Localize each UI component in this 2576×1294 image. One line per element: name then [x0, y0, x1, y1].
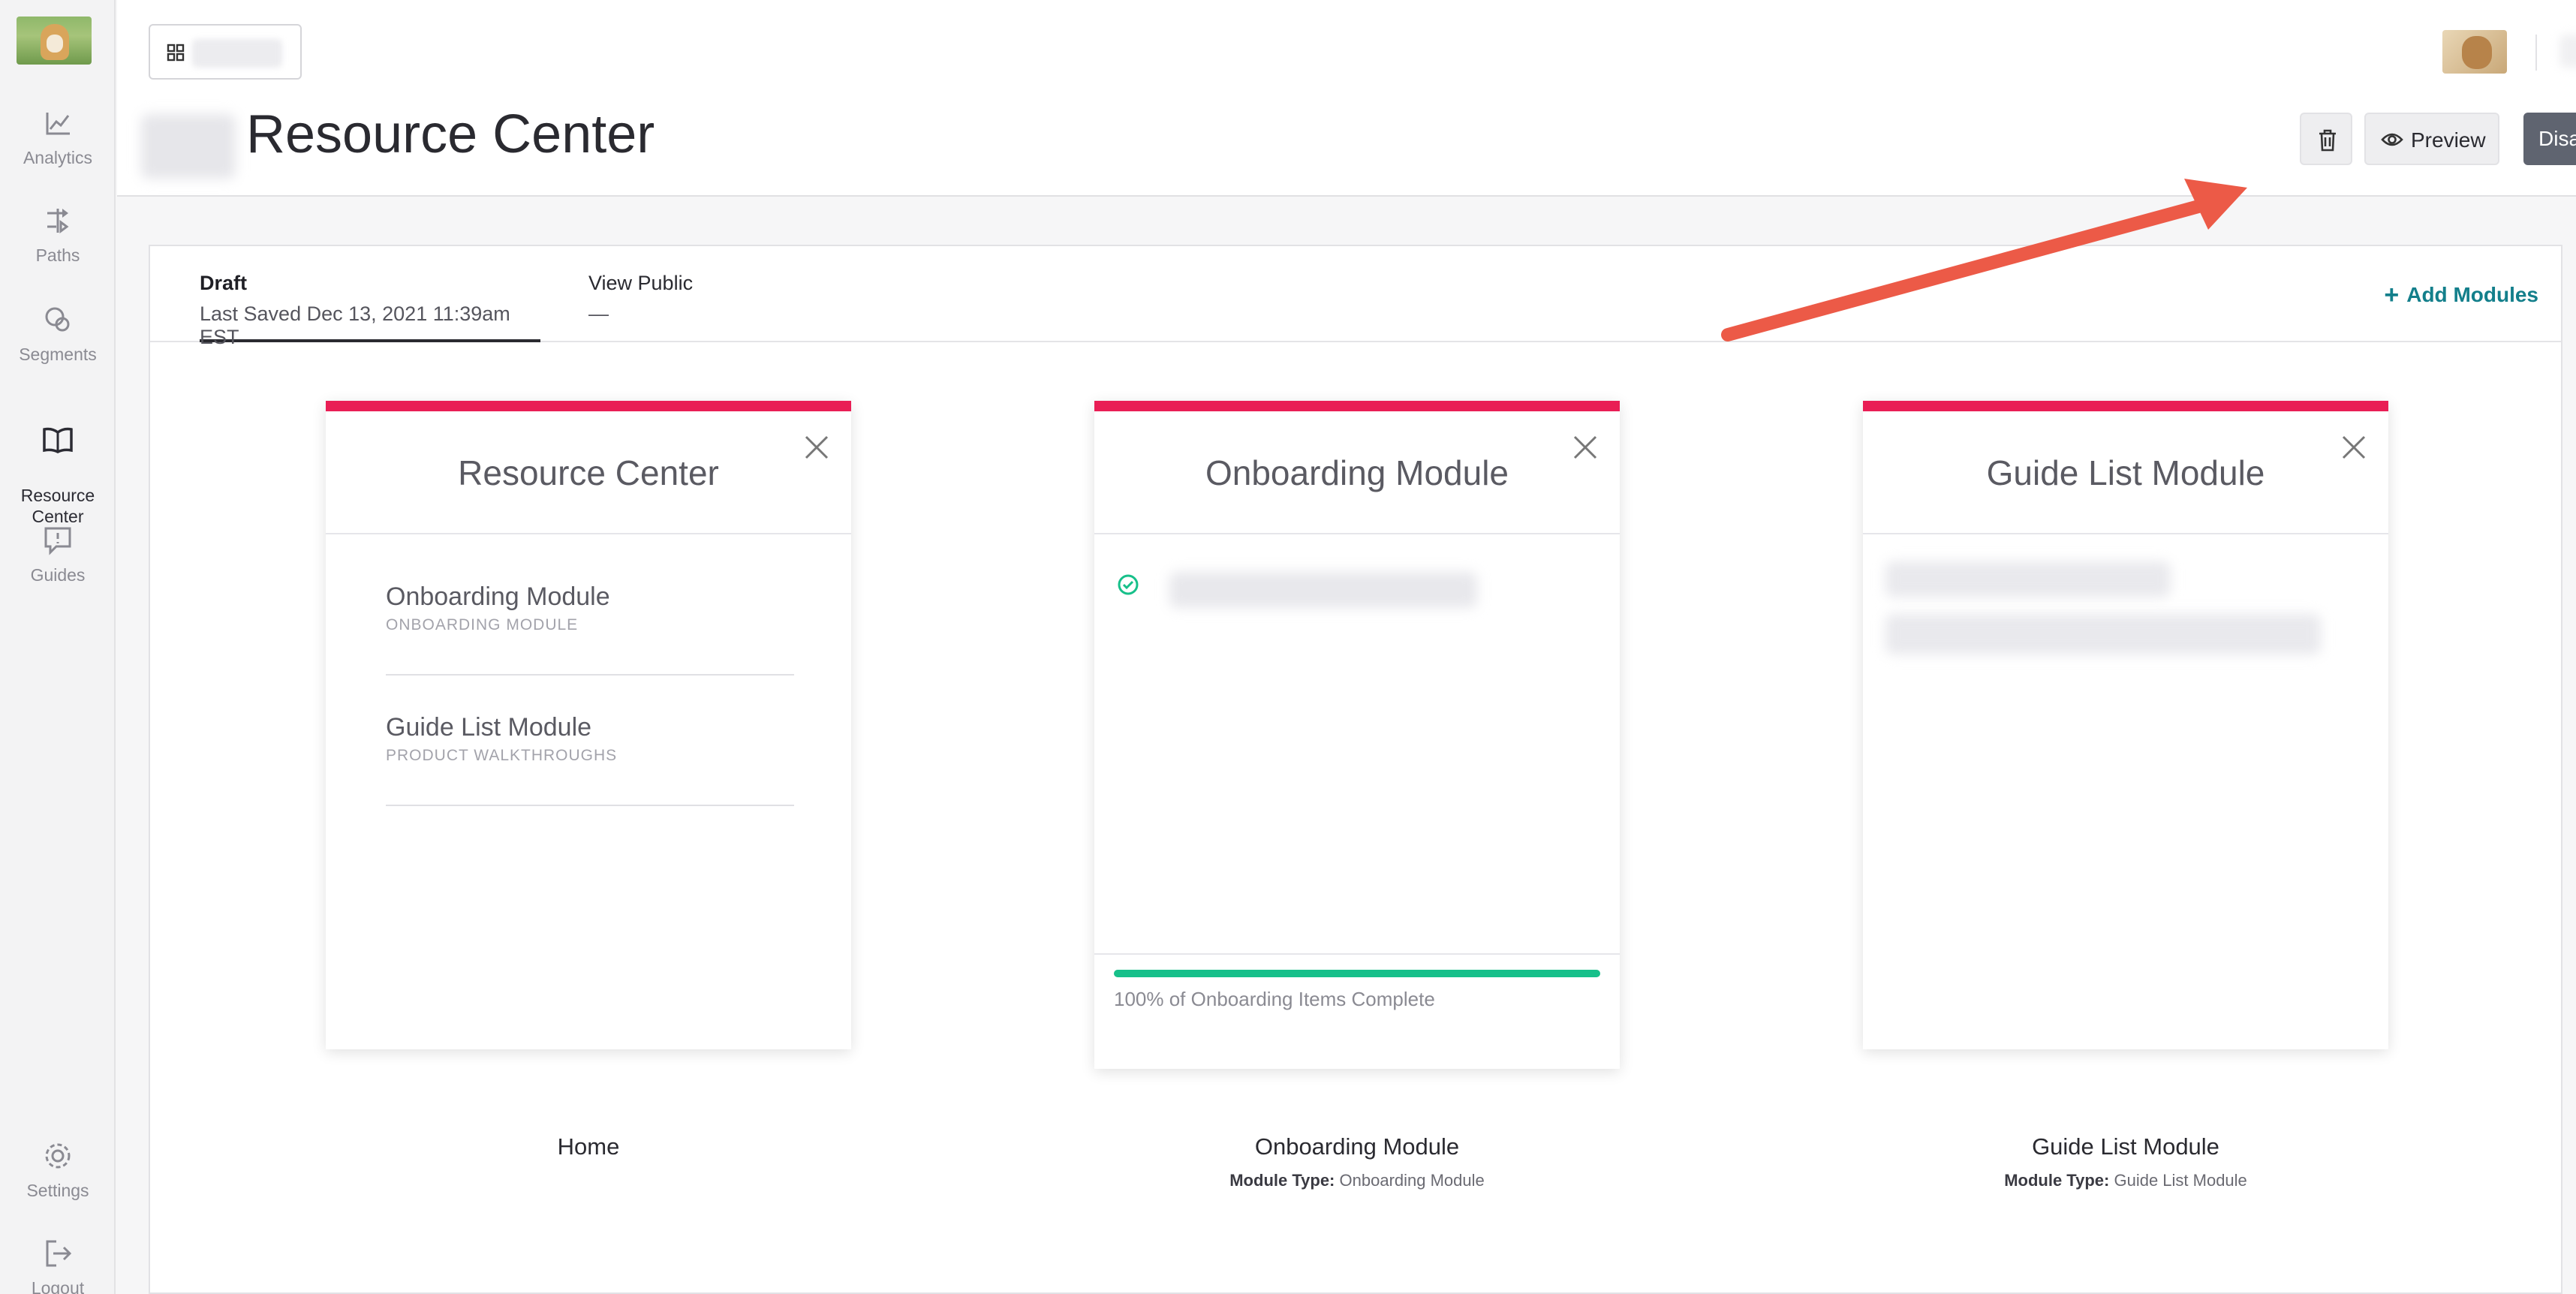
segments-icon — [45, 307, 70, 332]
grid-icon — [167, 44, 185, 62]
app-logo[interactable] — [17, 17, 92, 65]
list-item-subtitle: PRODUCT WALKTHROUGHS — [386, 747, 618, 764]
tab-title: View Public — [588, 272, 694, 294]
module-caption: Onboarding Module Module Type: Onboardin… — [1094, 1133, 1620, 1190]
card-title: Guide List Module — [1863, 411, 2388, 534]
caption-title: Guide List Module — [2032, 1133, 2219, 1160]
chart-icon — [46, 113, 70, 135]
tab-subtitle: — — [588, 302, 609, 325]
app-icon-redacted — [141, 114, 236, 179]
sidebar-item-label: Logout — [31, 1278, 85, 1294]
preview-label: Preview — [2411, 128, 2486, 152]
version-tabs: Draft Last Saved Dec 13, 2021 11:39am ES… — [150, 246, 2561, 348]
list-item[interactable]: Onboarding Module ONBOARDING MODULE — [386, 545, 794, 676]
module-type-label: Module Type: — [1229, 1171, 1335, 1190]
tab-view-public[interactable]: View Public — — [588, 272, 693, 326]
paths-icon — [47, 209, 69, 233]
app-switcher-button[interactable] — [149, 24, 302, 80]
caption-title: Onboarding Module — [1254, 1133, 1460, 1160]
progress-fill — [1114, 970, 1600, 977]
sidebar-item-label: Guides — [30, 565, 86, 585]
close-icon[interactable] — [803, 434, 830, 461]
page-header: Resource Center Preview Disabled — [117, 0, 2576, 197]
sidebar-item-settings[interactable]: Settings — [0, 1139, 116, 1201]
guides-icon — [44, 527, 71, 555]
list-item[interactable]: Guide List Module PRODUCT WALKTHROUGHS — [386, 676, 794, 806]
gear-icon — [45, 1143, 71, 1169]
sidebar-item-label: Paths — [35, 245, 80, 265]
module-type-value: Onboarding Module — [1339, 1171, 1485, 1190]
module-type-value: Guide List Module — [2114, 1171, 2247, 1190]
tab-title: Draft — [200, 272, 248, 294]
tab-subtitle: Last Saved Dec 13, 2021 11:39am EST — [200, 302, 510, 348]
add-modules-label: Add Modules — [2406, 283, 2538, 306]
card-title-text: Resource Center — [458, 453, 719, 492]
preview-button[interactable]: Preview — [2364, 113, 2499, 165]
status-label: Disabled — [2538, 127, 2576, 150]
onboarding-item-redacted[interactable] — [1169, 572, 1477, 608]
plus-icon: + — [2384, 281, 2400, 309]
eye-icon — [2381, 133, 2403, 146]
sidebar-item-guides[interactable]: Guides — [0, 524, 116, 585]
card-title: Onboarding Module — [1094, 411, 1620, 534]
sidebar-item-resource-center[interactable]: Resource Center — [0, 402, 116, 527]
sidebar-item-label: Settings — [26, 1181, 89, 1200]
app-name-redacted — [192, 39, 282, 68]
book-icon — [43, 427, 73, 453]
caption-title: Home — [557, 1133, 620, 1160]
caption-module-type: Module Type: Onboarding Module — [1094, 1171, 1620, 1190]
page-title: Resource Center — [246, 104, 655, 164]
main-panel: Draft Last Saved Dec 13, 2021 11:39am ES… — [149, 245, 2562, 1294]
progress-label: 100% of Onboarding Items Complete — [1114, 988, 1435, 1010]
sidebar-item-segments[interactable]: Segments — [0, 303, 116, 365]
status-dropdown[interactable]: Disabled — [2523, 113, 2576, 165]
home-module-card[interactable]: Resource Center Onboarding Module ONBOAR… — [326, 401, 851, 1049]
sidebar-item-label: Resource Center — [20, 486, 95, 526]
tab-draft[interactable]: Draft Last Saved Dec 13, 2021 11:39am ES… — [200, 272, 540, 348]
card-title-text: Guide List Module — [1986, 453, 2265, 492]
card-footer-divider — [1094, 953, 1620, 955]
header-divider — [2535, 35, 2537, 71]
user-name-redacted[interactable] — [2559, 35, 2576, 68]
caption-module-type: Module Type: Guide List Module — [1863, 1171, 2388, 1190]
onboarding-module-card[interactable]: Onboarding Module 100% of Onboarding Ite… — [1094, 401, 1620, 1069]
logout-icon — [46, 1240, 72, 1267]
avatar[interactable] — [2442, 30, 2507, 74]
sidebar-item-logout[interactable]: Logout — [0, 1237, 116, 1294]
close-icon[interactable] — [1572, 434, 1599, 461]
sidebar-item-label: Analytics — [23, 148, 93, 167]
sidebar-item-label: Segments — [19, 345, 97, 364]
guide-list-module-card[interactable]: Guide List Module — [1863, 401, 2388, 1049]
add-modules-button[interactable]: + Add Modules — [2384, 281, 2538, 310]
list-item-subtitle: ONBOARDING MODULE — [386, 616, 579, 633]
guide-item-redacted[interactable] — [1885, 614, 2321, 655]
trash-icon — [2319, 129, 2336, 152]
sidebar-item-analytics[interactable]: Analytics — [0, 107, 116, 168]
sidebar: Analytics Paths Segments Resource Center… — [0, 0, 116, 1294]
guide-item-redacted[interactable] — [1885, 561, 2171, 597]
delete-button[interactable] — [2300, 113, 2352, 165]
card-title-text: Onboarding Module — [1205, 453, 1509, 492]
check-circle-icon — [1118, 574, 1139, 595]
list-item-name: Guide List Module — [386, 713, 592, 742]
onboarding-progress-bar — [1114, 970, 1600, 977]
module-caption: Home — [326, 1133, 851, 1160]
sidebar-item-paths[interactable]: Paths — [0, 204, 116, 266]
card-title: Resource Center — [326, 411, 851, 534]
module-caption: Guide List Module Module Type: Guide Lis… — [1863, 1133, 2388, 1190]
close-icon[interactable] — [2340, 434, 2367, 461]
module-type-label: Module Type: — [2004, 1171, 2110, 1190]
list-item-name: Onboarding Module — [386, 582, 610, 611]
